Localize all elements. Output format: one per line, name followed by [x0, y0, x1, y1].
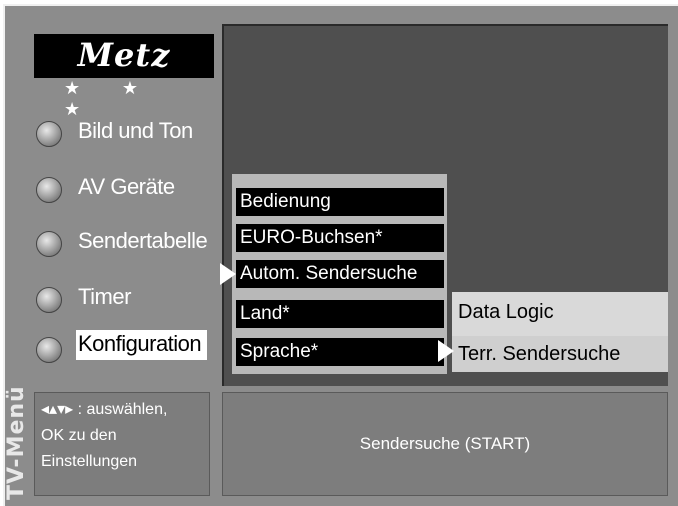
- submenu2-item-data-logic[interactable]: Data Logic: [452, 294, 668, 330]
- help-box: ◂▴▾▸ : auswählen, OK zu den Einstellunge…: [34, 392, 210, 496]
- bulb-icon: [36, 231, 62, 257]
- logo-brand: Metz: [77, 36, 171, 74]
- bulb-icon: [36, 287, 62, 313]
- submenu-item-sprache[interactable]: Sprache*: [236, 338, 444, 366]
- help-line-3: Einstellungen: [41, 453, 138, 470]
- menu-item-label: Bild und Ton: [78, 118, 193, 143]
- menu-item-label: Sendertabelle: [78, 228, 208, 253]
- help-line-2: OK zu den: [41, 427, 117, 444]
- bulb-icon: [36, 121, 62, 147]
- submenu-item-bedienung[interactable]: Bedienung: [236, 188, 444, 216]
- menu-item-label: Konfiguration: [76, 330, 208, 360]
- tv-menu-screen: Metz ★ ★ ★ Bild und Ton AV Geräte Sender…: [0, 0, 678, 506]
- submenu-item-autom-sendersuche[interactable]: Autom. Sendersuche: [236, 260, 444, 288]
- submenu-panel: Bedienung EURO-Buchsen* Autom. Sendersuc…: [232, 174, 447, 374]
- help-line-1: ◂▴▾▸ : auswählen,: [41, 401, 168, 418]
- menu-item-label: Timer: [78, 284, 131, 309]
- side-title: TV-Menü: [4, 385, 29, 500]
- submenu-item-land[interactable]: Land*: [236, 300, 444, 328]
- menu-item-label: AV Geräte: [78, 174, 175, 199]
- bulb-icon: [36, 177, 62, 203]
- sendersuche-start-button[interactable]: Sendersuche (START): [222, 392, 668, 496]
- logo-stars: ★ ★ ★: [64, 78, 156, 120]
- metz-logo: Metz: [34, 34, 214, 78]
- submenu-item-euro-buchsen[interactable]: EURO-Buchsen*: [236, 224, 444, 252]
- bulb-icon: [36, 337, 62, 363]
- pointer-arrow-icon: [220, 263, 236, 285]
- pointer-arrow-icon: [438, 340, 454, 362]
- submenu2-item-terr-sendersuche[interactable]: Terr. Sendersuche: [452, 336, 668, 372]
- submenu2-panel: Data Logic Terr. Sendersuche: [452, 292, 668, 372]
- start-label: Sendersuche (START): [359, 434, 531, 453]
